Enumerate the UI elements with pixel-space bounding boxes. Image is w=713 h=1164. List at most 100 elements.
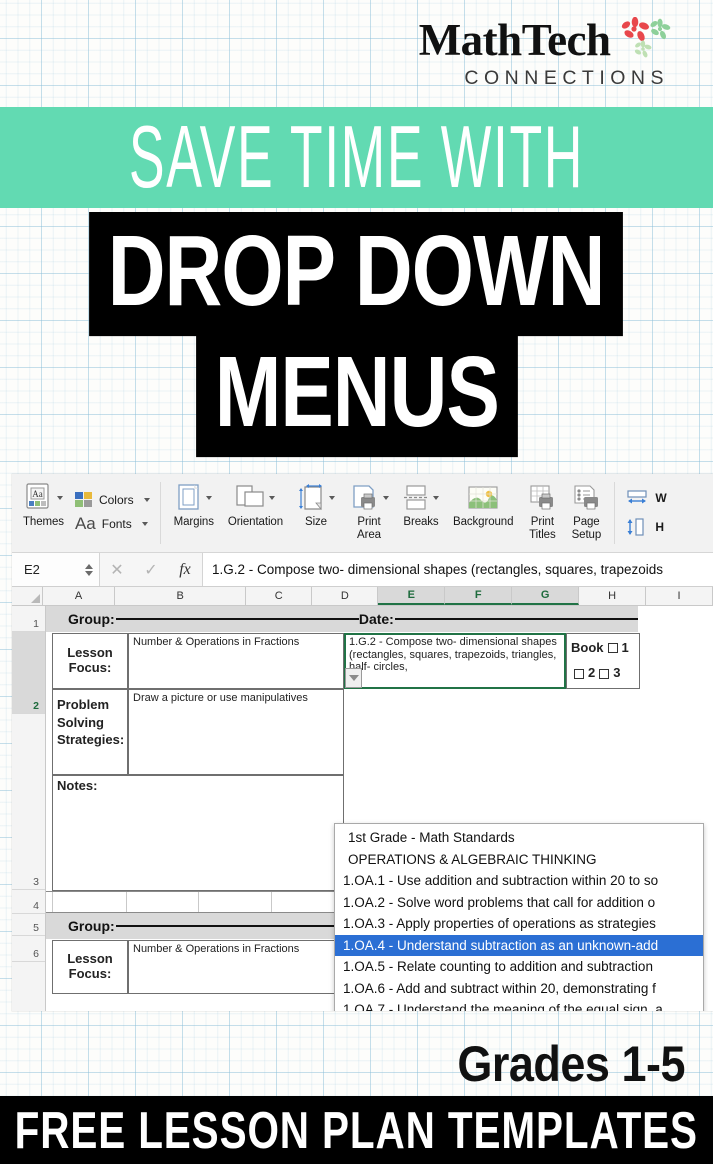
cell-lesson-focus-value-1[interactable]: Number & Operations in Fractions bbox=[128, 633, 344, 689]
cancel-x-icon[interactable]: ✕ bbox=[100, 560, 134, 580]
ribbon-separator bbox=[159, 482, 161, 544]
cell-problem-solving-value[interactable]: Draw a picture or use manipulatives bbox=[128, 689, 344, 775]
ribbon-label-orientation: Orientation bbox=[227, 516, 283, 528]
group-date-band-1: Group: Date: bbox=[46, 606, 639, 632]
svg-text:Aa: Aa bbox=[33, 489, 44, 499]
column-header-g[interactable]: G bbox=[512, 587, 580, 605]
footer-banner: FREE LESSON PLAN TEMPLATES bbox=[0, 1096, 713, 1164]
dropdown-item-0[interactable]: 1st Grade - Math Standards bbox=[335, 827, 703, 849]
chevron-down-icon[interactable] bbox=[383, 496, 389, 500]
row-header-6[interactable]: 6 bbox=[12, 936, 45, 962]
column-header-h[interactable]: H bbox=[579, 587, 647, 605]
cell-notes[interactable]: Notes: bbox=[52, 775, 344, 891]
ribbon-label-fonts: Fonts bbox=[101, 517, 132, 531]
fonts-icon: Aa bbox=[74, 514, 96, 533]
brand-tagline: CONNECTIONS bbox=[464, 67, 669, 89]
headline-row-2: MENUS bbox=[0, 333, 713, 458]
lesson-focus-value-text-1: Number & Operations in Fractions bbox=[133, 636, 300, 648]
confirm-check-icon[interactable]: ✓ bbox=[134, 560, 168, 580]
column-header-i[interactable]: I bbox=[646, 587, 713, 605]
problem-solving-label-text: Problem Solving Strategies: bbox=[57, 697, 125, 748]
dropdown-item-8[interactable]: 1.OA.7 - Understand the meaning of the e… bbox=[335, 999, 703, 1011]
fx-icon[interactable]: fx bbox=[168, 561, 202, 579]
dropdown-item-2[interactable]: 1.OA.1 - Use addition and subtraction wi… bbox=[335, 870, 703, 892]
row-header-7[interactable]: 7 bbox=[12, 962, 45, 1011]
standard-cell-text: 1.G.2 - Compose two- dimensional shapes … bbox=[349, 636, 557, 674]
ribbon-button-breaks[interactable]: Breaks bbox=[396, 474, 446, 552]
ribbon-button-print-area[interactable]: Print Area bbox=[342, 474, 396, 552]
chevron-down-icon[interactable] bbox=[141, 522, 148, 526]
ribbon-button-themes[interactable]: Aa Themes bbox=[16, 474, 71, 552]
column-header-c[interactable]: C bbox=[246, 587, 313, 605]
cell-problem-solving-label[interactable]: Problem Solving Strategies: bbox=[52, 689, 128, 775]
dropdown-item-3[interactable]: 1.OA.2 - Solve word problems that call f… bbox=[335, 892, 703, 914]
date-label-1: Date: bbox=[358, 611, 394, 627]
margins-icon bbox=[176, 480, 212, 516]
row-header-1[interactable]: 1 bbox=[12, 606, 45, 632]
row-header-2[interactable]: 2 bbox=[12, 632, 45, 714]
chevron-down-icon[interactable] bbox=[205, 496, 212, 500]
checkbox-book-1[interactable] bbox=[607, 643, 618, 654]
height-scale-icon bbox=[627, 518, 644, 536]
chevron-down-icon[interactable] bbox=[433, 496, 439, 500]
dropdown-arrow-button[interactable] bbox=[345, 668, 362, 688]
cell-standard-selected[interactable]: 1.G.2 - Compose two- dimensional shapes … bbox=[344, 633, 566, 689]
ribbon-button-background[interactable]: Background bbox=[446, 474, 520, 552]
dropdown-item-6[interactable]: 1.OA.5 - Relate counting to addition and… bbox=[335, 956, 703, 978]
ribbon-button-size[interactable]: Size bbox=[290, 474, 342, 552]
validation-dropdown-list[interactable]: 1st Grade - Math Standards OPERATIONS & … bbox=[334, 823, 704, 1011]
problem-solving-value-text: Draw a picture or use manipulatives bbox=[133, 692, 308, 704]
column-header-e[interactable]: E bbox=[378, 587, 446, 605]
column-headers: A B C D E F G H I bbox=[12, 587, 713, 606]
group-label-2: Group: bbox=[68, 918, 115, 934]
ribbon-button-width-scale[interactable]: W bbox=[625, 489, 667, 507]
chevron-down-icon[interactable] bbox=[57, 496, 64, 500]
column-header-d[interactable]: D bbox=[312, 587, 379, 605]
ribbon-button-print-titles[interactable]: Print Titles bbox=[520, 474, 564, 552]
formula-input[interactable]: 1.G.2 - Compose two- dimensional shapes … bbox=[202, 553, 713, 586]
row-header-4[interactable]: 4 bbox=[12, 890, 45, 914]
chevron-down-icon[interactable] bbox=[269, 496, 276, 500]
ribbon-button-fonts[interactable]: Aa Fonts bbox=[75, 514, 150, 534]
name-box-value: E2 bbox=[24, 562, 40, 577]
ribbon-button-margins[interactable]: Margins bbox=[167, 474, 221, 552]
chevron-down-icon[interactable] bbox=[143, 498, 150, 502]
checkbox-book-2[interactable] bbox=[574, 668, 584, 679]
ribbon-label-size: Size bbox=[305, 516, 327, 528]
notes-label-text: Notes: bbox=[57, 778, 98, 793]
dropdown-item-1[interactable]: OPERATIONS & ALGEBRAIC THINKING bbox=[335, 849, 703, 871]
cell-lesson-focus-label-2[interactable]: Lesson Focus: bbox=[52, 940, 128, 994]
ribbon-button-page-setup[interactable]: Page Setup bbox=[564, 474, 608, 552]
ribbon-group-page-setup: Margins Orientation Size Print Area Brea… bbox=[167, 474, 609, 552]
book-label-1: Book bbox=[571, 639, 604, 655]
group-label-1: Group: bbox=[68, 611, 115, 627]
name-box[interactable]: E2 bbox=[12, 553, 100, 586]
cell-lesson-focus-label-1[interactable]: Lesson Focus: bbox=[52, 633, 128, 689]
orientation-icon bbox=[235, 480, 276, 516]
row-header-3[interactable]: 3 bbox=[12, 714, 45, 890]
cell-lesson-focus-value-2[interactable]: Number & Operations in Fractions bbox=[128, 940, 344, 994]
group-underline-1 bbox=[115, 618, 359, 620]
select-all-corner[interactable] bbox=[12, 587, 43, 605]
cell-book-checkboxes-1[interactable]: Book 1 2 3 bbox=[566, 633, 640, 689]
dropdown-item-4[interactable]: 1.OA.3 - Apply properties of operations … bbox=[335, 913, 703, 935]
column-header-f[interactable]: F bbox=[445, 587, 513, 605]
dropdown-item-7[interactable]: 1.OA.6 - Add and subtract within 20, dem… bbox=[335, 978, 703, 1000]
lesson-focus-label-text-2: Lesson Focus: bbox=[67, 951, 113, 981]
dropdown-item-5-selected[interactable]: 1.OA.4 - Understand subtraction as an un… bbox=[335, 934, 703, 956]
chevron-down-icon[interactable] bbox=[329, 496, 335, 500]
name-box-stepper[interactable] bbox=[85, 563, 93, 576]
ribbon-button-orientation[interactable]: Orientation bbox=[221, 474, 290, 552]
breaks-icon bbox=[403, 480, 439, 516]
checkbox-book-3[interactable] bbox=[599, 668, 610, 679]
row-header-5[interactable]: 5 bbox=[12, 914, 45, 936]
grades-label: Grades 1-5 bbox=[457, 1035, 685, 1093]
column-header-b[interactable]: B bbox=[115, 587, 247, 605]
ribbon-group-scale: W H bbox=[621, 474, 670, 552]
ribbon-toolbar: Aa Themes Colors Aa Fonts Margins Orient… bbox=[12, 474, 713, 553]
ribbon-button-colors[interactable]: Colors bbox=[74, 492, 150, 508]
lesson-focus-label-text-1: Lesson Focus: bbox=[67, 645, 113, 675]
ribbon-button-height-scale[interactable]: H bbox=[625, 517, 666, 537]
themes-icon: Aa bbox=[23, 480, 64, 516]
column-header-a[interactable]: A bbox=[42, 587, 116, 605]
